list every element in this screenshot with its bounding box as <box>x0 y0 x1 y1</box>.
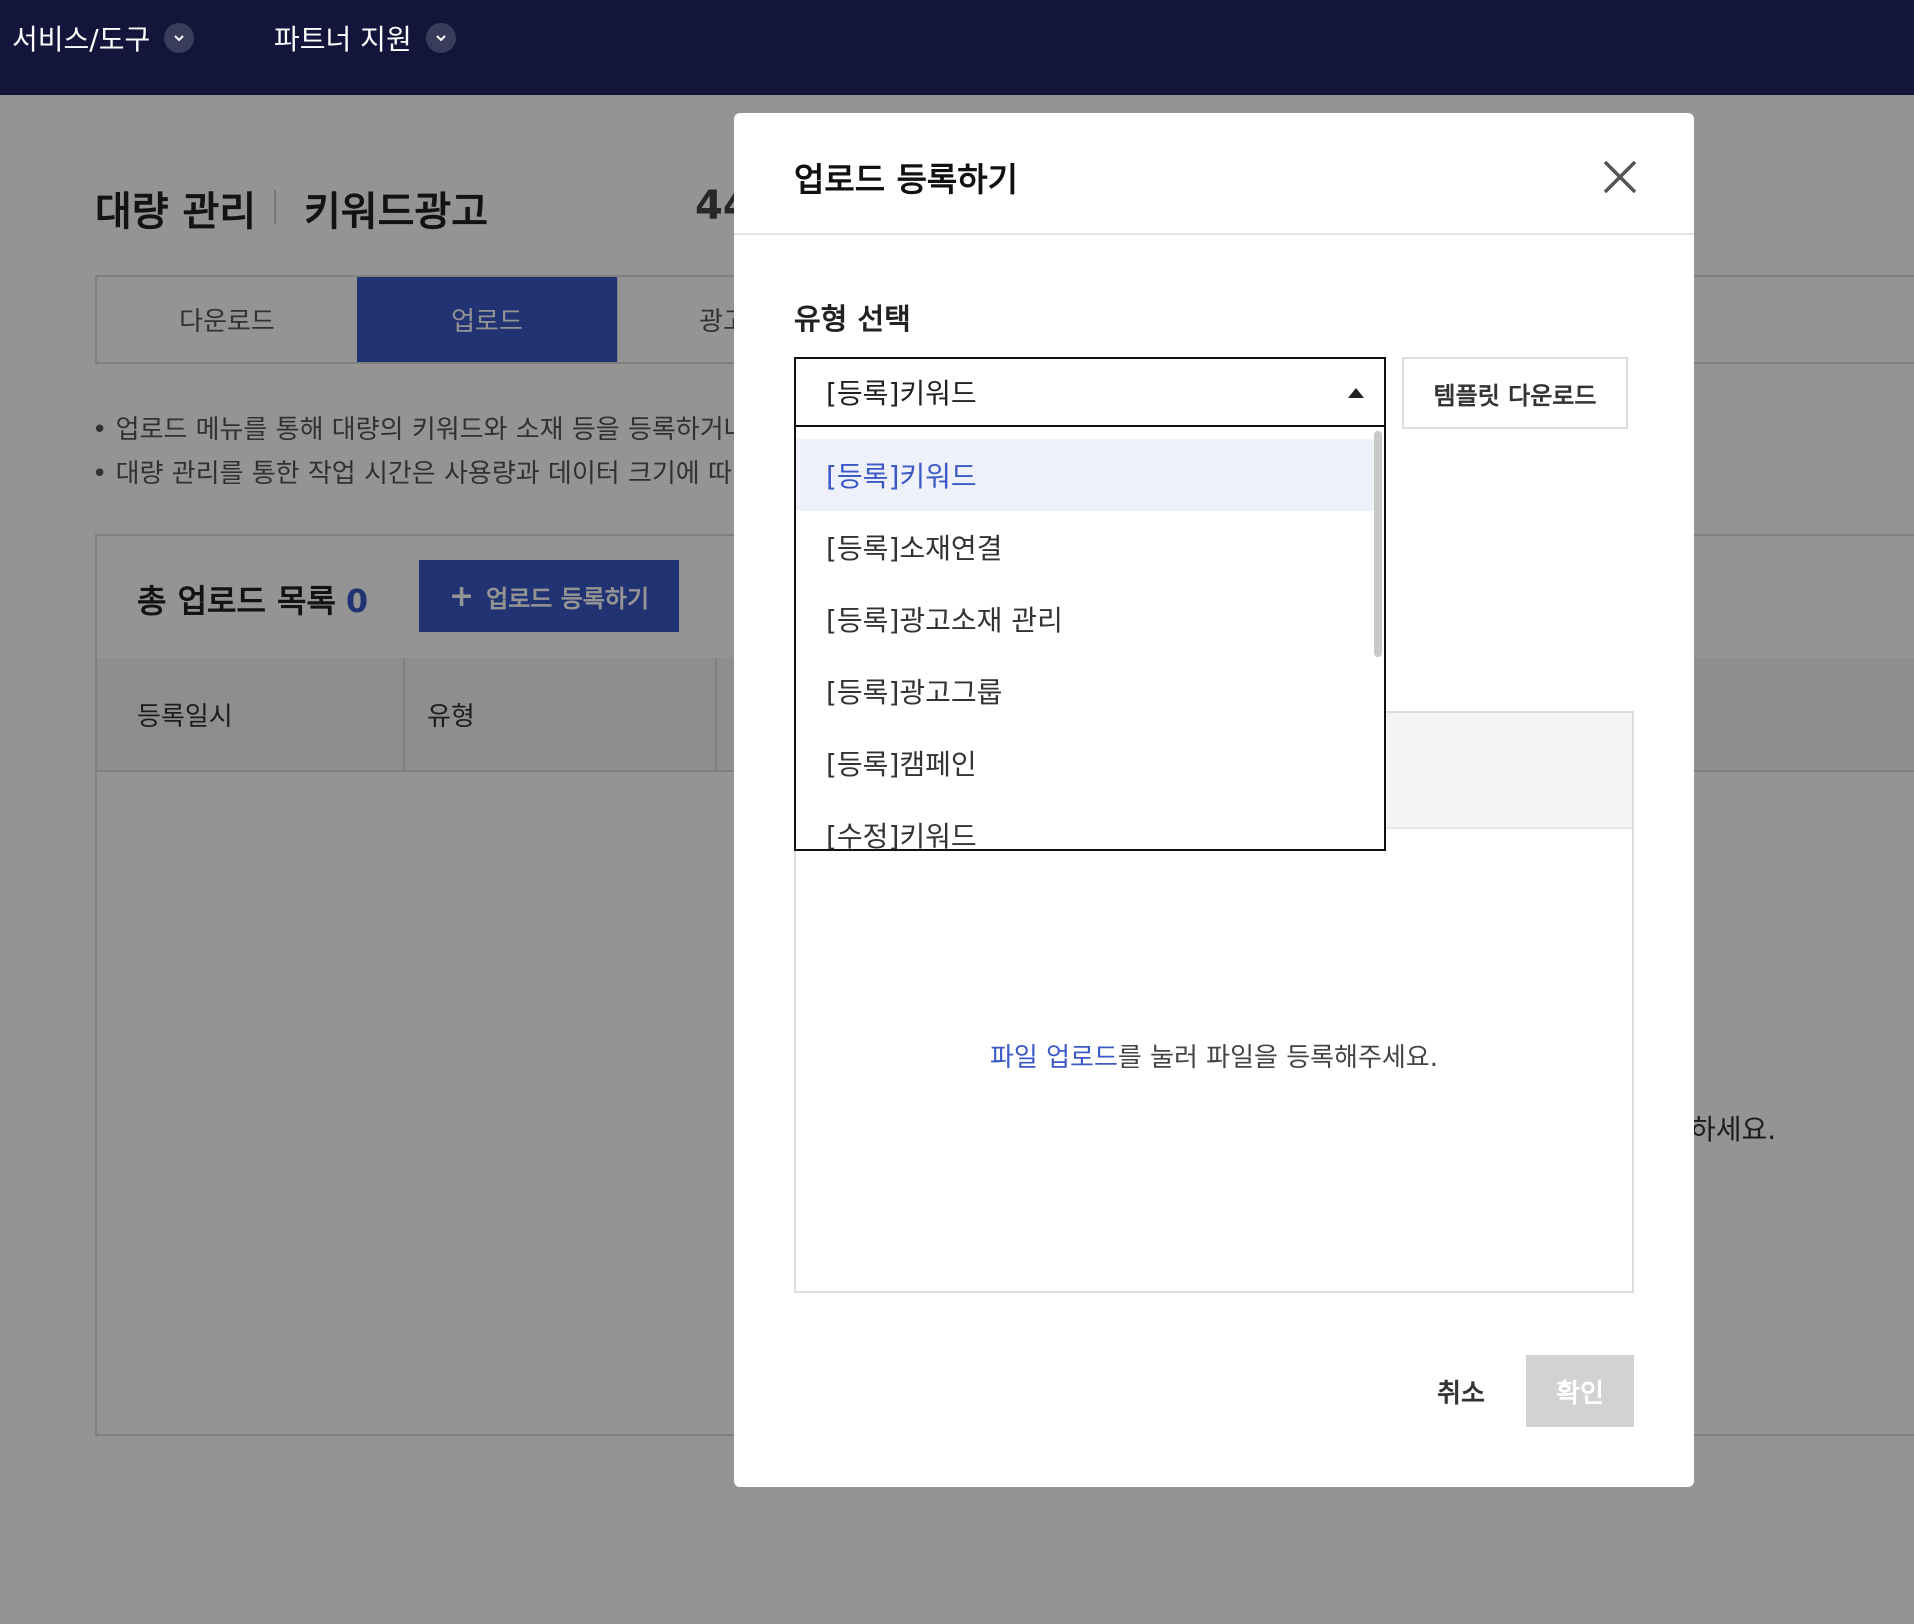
confirm-button[interactable]: 확인 <box>1526 1355 1634 1427</box>
nav-item-label: 파트너 지원 <box>274 23 412 56</box>
chevron-down-icon <box>164 23 195 53</box>
chevron-down-icon <box>425 23 456 53</box>
cancel-button[interactable]: 취소 <box>1406 1355 1516 1427</box>
caret-up-icon <box>1348 388 1364 398</box>
dropdown-option[interactable]: [등록]소재연결 <box>796 511 1376 583</box>
template-download-button[interactable]: 템플릿 다운로드 <box>1402 357 1628 429</box>
type-select-label: 유형 선택 <box>794 302 911 336</box>
file-upload-link[interactable]: 파일 업로드 <box>990 1043 1118 1073</box>
nav-item-partner-support[interactable]: 파트너 지원 <box>274 18 456 58</box>
dropdown-scrollbar[interactable] <box>1374 431 1382 657</box>
modal-title: 업로드 등록하기 <box>794 160 1019 199</box>
dropdown-option[interactable]: [등록]키워드 <box>796 439 1376 511</box>
upload-hint-text: 를 눌러 파일을 등록해주세요. <box>1117 1043 1438 1073</box>
type-select[interactable]: [등록]키워드 <box>794 357 1386 427</box>
nav-item-services-tools[interactable]: 서비스/도구 <box>12 18 195 58</box>
modal-header: 업로드 등록하기 <box>734 113 1694 235</box>
dropdown-option[interactable]: [수정]키워드 <box>796 799 1376 849</box>
dropdown-option[interactable]: [등록]캠페인 <box>796 727 1376 799</box>
nav-item-label: 서비스/도구 <box>12 23 151 56</box>
type-dropdown-list: [등록]키워드 [등록]소재연결 [등록]광고소재 관리 [등록]광고그룹 [등… <box>794 427 1386 851</box>
dropdown-option[interactable]: [등록]광고소재 관리 <box>796 583 1376 655</box>
upload-register-modal: 업로드 등록하기 유형 선택 [등록]키워드 템플릿 다운로드 파일 업로드를 … <box>734 113 1694 1487</box>
type-select-value: [등록]키워드 <box>826 377 977 410</box>
upload-hint: 파일 업로드를 눌러 파일을 등록해주세요. <box>796 1037 1632 1074</box>
close-icon[interactable] <box>1600 157 1640 197</box>
top-navigation: 서비스/도구 파트너 지원 <box>0 0 1914 95</box>
dropdown-option[interactable]: [등록]광고그룹 <box>796 655 1376 727</box>
